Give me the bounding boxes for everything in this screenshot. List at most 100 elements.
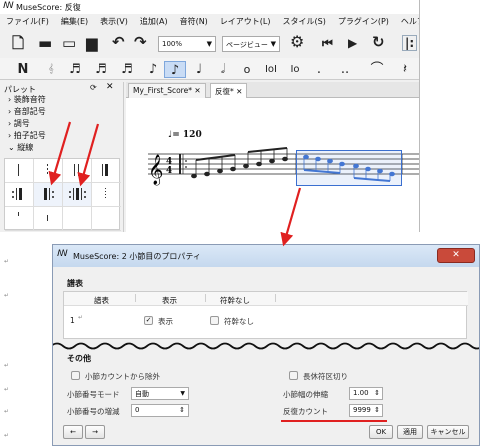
next-button[interactable]: → bbox=[85, 425, 105, 439]
double-dot-icon[interactable]: .. bbox=[334, 61, 356, 78]
32nd-note-icon[interactable]: ♬ bbox=[90, 61, 112, 78]
tie-icon[interactable]: ⌒ bbox=[366, 61, 388, 78]
barline-span[interactable] bbox=[63, 207, 92, 231]
spinner-icon[interactable]: ⇕ bbox=[374, 389, 380, 397]
barline-final[interactable] bbox=[92, 159, 121, 183]
column-header-staff: 譜表 bbox=[94, 296, 109, 305]
barline-double[interactable] bbox=[63, 159, 92, 183]
whole-note-icon[interactable]: o bbox=[236, 61, 258, 78]
add-to-number-spinbox[interactable]: 0 ⇕ bbox=[131, 404, 189, 417]
palette-item-barlines[interactable]: ⌄ 縦線 bbox=[8, 142, 33, 153]
print-icon[interactable]: ▆ bbox=[86, 36, 98, 51]
chevron-down-icon: ▼ bbox=[270, 40, 276, 48]
8th-note-icon-alt[interactable]: ♪ bbox=[142, 61, 164, 78]
view-mode-select[interactable]: ページビュー ▼ bbox=[222, 36, 280, 52]
palette-item-key-signatures[interactable]: › 調号 bbox=[8, 118, 30, 129]
midi-input-icon[interactable]: ⚙ bbox=[290, 34, 304, 50]
barline-start-repeat[interactable] bbox=[34, 183, 63, 207]
highlight-underline bbox=[281, 420, 387, 422]
barline-end-start-repeat[interactable] bbox=[63, 183, 92, 207]
barline-tick[interactable] bbox=[5, 207, 34, 231]
undo-icon[interactable]: ↶ bbox=[112, 35, 125, 50]
metronome-icon[interactable]: |: bbox=[402, 35, 418, 51]
app-icon: ꟿ bbox=[57, 249, 68, 259]
measure-selection-box[interactable] bbox=[296, 150, 402, 186]
tempo-marking[interactable]: ♩= 120 bbox=[168, 130, 202, 140]
dialog-title: MuseScore: 2 小節目のプロパティ bbox=[73, 252, 201, 261]
close-icon[interactable]: ✕ bbox=[236, 87, 242, 96]
app-icon: ꟿ bbox=[3, 1, 14, 11]
quarter-note-icon[interactable]: ♩ bbox=[188, 61, 210, 78]
float-icon[interactable]: ⟳ bbox=[90, 83, 97, 92]
menu-file[interactable]: ファイル(F) bbox=[0, 14, 55, 28]
longa-icon[interactable]: Io bbox=[284, 61, 306, 78]
break-multimeasure-rest-checkbox[interactable] bbox=[289, 371, 298, 380]
spinner-icon[interactable]: ⇕ bbox=[374, 406, 380, 414]
cut-line bbox=[53, 342, 479, 350]
paragraph-mark: ↵ bbox=[4, 362, 10, 369]
visible-checkbox[interactable]: ✓ bbox=[144, 316, 153, 325]
menu-add[interactable]: 追加(A) bbox=[134, 14, 174, 28]
palette-item-grace-notes[interactable]: › 装飾音符 bbox=[8, 94, 46, 105]
close-button[interactable]: ✕ bbox=[437, 248, 475, 263]
tab-my-first-score[interactable]: My_First_Score* ✕ bbox=[128, 83, 206, 98]
64th-note-icon[interactable]: ♬ bbox=[64, 61, 86, 78]
8th-note-icon[interactable]: ♪ bbox=[164, 61, 186, 78]
menu-style[interactable]: スタイル(S) bbox=[277, 14, 332, 28]
16th-note-icon[interactable]: ♬ bbox=[116, 61, 138, 78]
chevron-down-icon: ▼ bbox=[180, 390, 185, 397]
previous-button[interactable]: ← bbox=[63, 425, 83, 439]
note-input-mode-icon[interactable]: N bbox=[12, 61, 34, 78]
cancel-button[interactable]: キャンセル bbox=[427, 425, 469, 439]
rhythm-mode-icon[interactable]: 𝄞 bbox=[40, 61, 62, 78]
close-icon[interactable]: ✕ bbox=[194, 86, 200, 95]
half-note-icon[interactable]: 𝅗𝅥 bbox=[212, 61, 234, 78]
dot-icon[interactable]: . bbox=[308, 61, 330, 78]
palette-item-clefs[interactable]: › 音部記号 bbox=[8, 106, 46, 117]
menu-help[interactable]: ヘルプ bbox=[395, 14, 419, 28]
stemless-label: 符幹なし bbox=[224, 317, 254, 326]
barline-single[interactable] bbox=[5, 159, 34, 183]
repeat-count-label: 反復カウント bbox=[283, 407, 328, 416]
barline-dotted[interactable] bbox=[92, 183, 121, 207]
rewind-icon[interactable]: ⏮ bbox=[322, 37, 333, 49]
play-icon[interactable]: ▶ bbox=[348, 37, 357, 49]
menu-edit[interactable]: 編集(E) bbox=[55, 14, 94, 28]
stemless-checkbox[interactable] bbox=[210, 316, 219, 325]
loop-icon[interactable]: ↻ bbox=[372, 35, 385, 50]
save-icon[interactable]: ▭ bbox=[62, 36, 76, 51]
redo-icon[interactable]: ↷ bbox=[134, 35, 147, 50]
repeat-count-spinbox[interactable]: 9999 ⇕ bbox=[349, 404, 383, 417]
breve-icon[interactable]: IoI bbox=[260, 61, 282, 78]
row-number: 1 bbox=[70, 316, 75, 325]
barline-short[interactable] bbox=[34, 207, 63, 231]
close-icon[interactable]: ✕ bbox=[106, 82, 114, 92]
open-folder-icon[interactable]: ▬ bbox=[38, 36, 52, 51]
paragraph-mark: ↵ bbox=[4, 408, 10, 415]
paragraph-mark: ↵ bbox=[4, 432, 10, 439]
menu-notes[interactable]: 音符(N) bbox=[174, 14, 214, 28]
palette-item-time-signatures[interactable]: › 拍子記号 bbox=[8, 130, 46, 141]
spinner-icon[interactable]: ⇕ bbox=[179, 406, 185, 414]
stretch-spinbox[interactable]: 1.00 ⇕ bbox=[349, 387, 383, 400]
zoom-select[interactable]: 100% ▼ bbox=[158, 36, 216, 52]
new-file-icon[interactable]: 🗋 bbox=[12, 36, 24, 51]
menu-plugins[interactable]: プラグイン(P) bbox=[332, 14, 395, 28]
paragraph-mark: ↵ bbox=[4, 386, 10, 393]
staves-table: 譜表 | 表示 | 符幹なし | 1 ↵ ✓ 表示 符幹なし bbox=[63, 291, 468, 339]
column-header-stemless: 符幹なし bbox=[220, 296, 250, 305]
exclude-count-checkbox[interactable] bbox=[71, 371, 80, 380]
menu-view[interactable]: 表示(V) bbox=[94, 14, 134, 28]
barline-dashed[interactable] bbox=[34, 159, 63, 183]
barline-empty[interactable] bbox=[92, 207, 121, 231]
column-header-visible: 表示 bbox=[162, 296, 177, 305]
menu-bar: ファイル(F) 編集(E) 表示(V) 追加(A) 音符(N) レイアウト(L)… bbox=[0, 14, 419, 28]
break-multimeasure-rest-label: 長休符区切り bbox=[303, 372, 348, 381]
tab-repeat[interactable]: 反復* ✕ bbox=[210, 83, 248, 98]
number-mode-select[interactable]: 自動 ▼ bbox=[131, 387, 189, 400]
menu-layout[interactable]: レイアウト(L) bbox=[214, 14, 277, 28]
rest-icon[interactable]: 𝄽 bbox=[394, 61, 416, 78]
ok-button[interactable]: OK bbox=[369, 425, 393, 439]
apply-button[interactable]: 適用 bbox=[397, 425, 423, 439]
barline-end-repeat[interactable] bbox=[5, 183, 34, 207]
